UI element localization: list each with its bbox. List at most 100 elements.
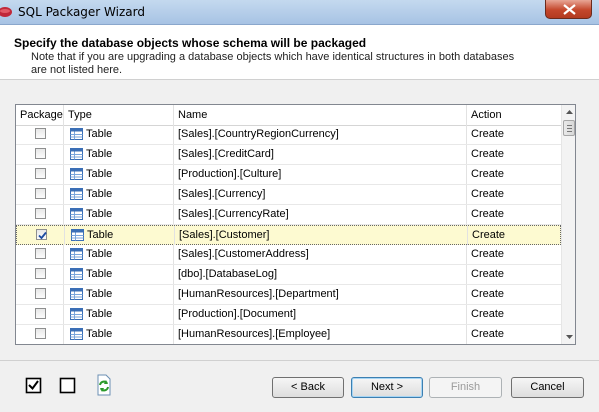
- name-cell: [Sales].[Customer]: [175, 226, 468, 245]
- table-icon: [70, 188, 83, 200]
- table-row[interactable]: Table [Production].[Culture] Create: [16, 165, 561, 185]
- package-checkbox[interactable]: [35, 308, 46, 319]
- column-header-type[interactable]: Type: [64, 105, 174, 125]
- page-title: Specify the database objects whose schem…: [14, 36, 367, 50]
- package-checkbox[interactable]: [35, 328, 46, 339]
- package-checkbox[interactable]: [35, 168, 46, 179]
- package-cell: [16, 185, 64, 204]
- action-cell: Create: [472, 229, 506, 241]
- package-cell: [16, 285, 64, 304]
- column-header-action[interactable]: Action: [467, 105, 561, 125]
- name-cell: [Sales].[Currency]: [174, 185, 467, 204]
- table-row[interactable]: Table [HumanResources].[Employee] Create: [16, 325, 561, 344]
- package-cell: [17, 226, 65, 245]
- table-icon: [70, 248, 83, 260]
- action-cell: Create: [471, 268, 505, 280]
- action-cell: Create: [471, 308, 505, 320]
- back-button[interactable]: < Back: [272, 377, 344, 398]
- package-checkbox[interactable]: [35, 188, 46, 199]
- check-all-icon: [25, 377, 42, 394]
- type-cell: Table: [64, 185, 174, 204]
- package-checkbox[interactable]: [35, 208, 46, 219]
- footer-divider: [0, 360, 599, 361]
- table-row[interactable]: Table [Production].[Document] Create: [16, 305, 561, 325]
- type-cell: Table: [65, 226, 175, 245]
- name-cell: [Sales].[CountryRegionCurrency]: [174, 125, 467, 144]
- type-label: Table: [86, 168, 113, 180]
- package-checkbox[interactable]: [36, 229, 47, 240]
- scroll-up-icon[interactable]: [562, 105, 576, 120]
- type-cell: Table: [64, 265, 174, 284]
- page-note: Note that if you are upgrading a databas…: [31, 51, 515, 76]
- column-header-name[interactable]: Name: [174, 105, 467, 125]
- table-row[interactable]: Table [Sales].[CustomerAddress] Create: [16, 245, 561, 265]
- check-all-button[interactable]: [25, 376, 43, 394]
- table-row[interactable]: Table [Sales].[CreditCard] Create: [16, 145, 561, 165]
- package-cell: [16, 245, 64, 264]
- package-checkbox[interactable]: [35, 128, 46, 139]
- name-cell: [Sales].[CreditCard]: [174, 145, 467, 164]
- objects-grid[interactable]: Package Type Name Action Table [Sales].[C…: [15, 104, 576, 345]
- scroll-thumb[interactable]: [563, 120, 575, 136]
- scroll-down-icon[interactable]: [562, 329, 576, 344]
- type-cell: Table: [64, 305, 174, 324]
- table-icon: [70, 288, 83, 300]
- action-cell: Create: [471, 288, 505, 300]
- refresh-button[interactable]: [95, 374, 113, 396]
- app-icon: [0, 7, 12, 17]
- action-cell: Create: [471, 208, 505, 220]
- type-cell: Table: [64, 165, 174, 184]
- package-cell: [16, 325, 64, 344]
- table-row[interactable]: Table [Sales].[Currency] Create: [16, 185, 561, 205]
- type-cell: Table: [64, 325, 174, 344]
- type-label: Table: [86, 328, 113, 340]
- column-header-package[interactable]: Package: [16, 105, 64, 125]
- table-row[interactable]: Table [dbo].[DatabaseLog] Create: [16, 265, 561, 285]
- action-cell: Create: [471, 148, 505, 160]
- window-title: SQL Packager Wizard: [18, 5, 145, 19]
- checkmark-icon: [38, 231, 47, 240]
- table-icon: [70, 148, 83, 160]
- table-row[interactable]: Table [Sales].[Customer] Create: [16, 225, 561, 245]
- type-cell: Table: [64, 145, 174, 164]
- type-cell: Table: [64, 125, 174, 144]
- package-cell: [16, 125, 64, 144]
- action-cell: Create: [471, 248, 505, 260]
- table-icon: [70, 268, 83, 280]
- close-button[interactable]: [545, 0, 592, 19]
- package-cell: [16, 165, 64, 184]
- title-bar: SQL Packager Wizard: [0, 0, 599, 25]
- package-cell: [16, 145, 64, 164]
- table-row[interactable]: Table [HumanResources].[Department] Create: [16, 285, 561, 305]
- package-checkbox[interactable]: [35, 288, 46, 299]
- name-cell: [Sales].[CustomerAddress]: [174, 245, 467, 264]
- table-icon: [70, 128, 83, 140]
- type-label: Table: [86, 248, 113, 260]
- package-checkbox[interactable]: [35, 268, 46, 279]
- name-cell: [Production].[Document]: [174, 305, 467, 324]
- vertical-scrollbar[interactable]: [561, 105, 576, 344]
- type-label: Table: [86, 208, 113, 220]
- name-cell: [Sales].[CurrencyRate]: [174, 205, 467, 224]
- name-cell: [Production].[Culture]: [174, 165, 467, 184]
- package-cell: [16, 265, 64, 284]
- type-cell: Table: [64, 205, 174, 224]
- type-label: Table: [86, 268, 113, 280]
- uncheck-all-button[interactable]: [59, 376, 77, 394]
- table-row[interactable]: Table [Sales].[CountryRegionCurrency] Crea…: [16, 125, 561, 145]
- cancel-button[interactable]: Cancel: [511, 377, 584, 398]
- package-checkbox[interactable]: [35, 248, 46, 259]
- next-button[interactable]: Next >: [351, 377, 423, 398]
- package-cell: [16, 305, 64, 324]
- type-label: Table: [86, 188, 113, 200]
- table-row[interactable]: Table [Sales].[CurrencyRate] Create: [16, 205, 561, 225]
- type-cell: Table: [64, 285, 174, 304]
- type-label: Table: [86, 148, 113, 160]
- package-checkbox[interactable]: [35, 148, 46, 159]
- table-icon: [70, 308, 83, 320]
- finish-button[interactable]: Finish: [429, 377, 502, 398]
- uncheck-all-icon: [59, 377, 76, 394]
- type-label: Table: [86, 288, 113, 300]
- type-label: Table: [86, 308, 113, 320]
- type-cell: Table: [64, 245, 174, 264]
